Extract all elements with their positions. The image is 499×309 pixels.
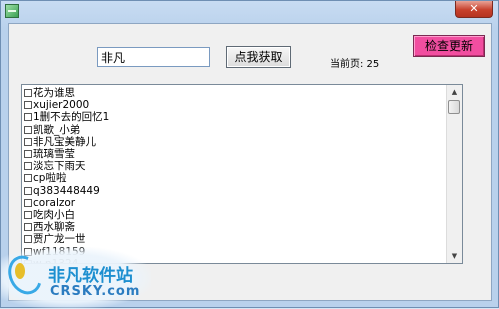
list-item[interactable]: 西水聊斋 bbox=[24, 221, 109, 233]
list-item-label: cp啦啦 bbox=[33, 172, 67, 185]
watermark-title: 非凡软件站 bbox=[48, 266, 133, 286]
list-item[interactable]: 贾广龙一世 bbox=[24, 233, 109, 245]
checkbox[interactable] bbox=[24, 150, 32, 159]
list-item[interactable]: 花为谁思 bbox=[24, 87, 109, 99]
checkbox[interactable] bbox=[24, 235, 32, 244]
list-item[interactable]: 淡忘下雨天 bbox=[24, 160, 109, 172]
close-button[interactable]: ✕ bbox=[455, 1, 493, 18]
checkbox[interactable] bbox=[24, 223, 32, 232]
check-update-button[interactable]: 检查更新 bbox=[413, 35, 485, 57]
checkbox[interactable] bbox=[24, 89, 32, 98]
list-item[interactable]: q383448449 bbox=[24, 185, 109, 197]
name-listbox[interactable]: 花为谁思 xujier2000 1删不去的回忆1 凯歌_小弟 非凡宝美静儿 琉璃雪莹 淡忘下… bbox=[21, 84, 463, 264]
checkbox[interactable] bbox=[24, 137, 32, 146]
list-item[interactable]: 非凡宝美静儿 bbox=[24, 136, 109, 148]
list-item[interactable]: xujier2000 bbox=[24, 99, 109, 111]
list-item-label: 吃肉小白 bbox=[33, 208, 75, 221]
list-item[interactable]: 吃肉小白 bbox=[24, 209, 109, 221]
list-item-label: xujier2000 bbox=[33, 99, 90, 112]
checkbox[interactable] bbox=[24, 125, 32, 134]
checkbox[interactable] bbox=[24, 186, 32, 195]
checkbox[interactable] bbox=[24, 198, 32, 207]
list-item[interactable]: 1删不去的回忆1 bbox=[24, 111, 109, 123]
list-item-label: 凯歌_小弟 bbox=[33, 123, 81, 136]
list-item-label: 琉璃雪莹 bbox=[33, 148, 75, 161]
vertical-scrollbar[interactable]: ▲ ▼ bbox=[446, 85, 462, 263]
list-item[interactable]: 琉璃雪莹 bbox=[24, 148, 109, 160]
list-item-label: coralzor bbox=[33, 196, 76, 209]
fetch-button[interactable]: 点我获取 bbox=[226, 46, 291, 68]
current-page-label: 当前页: 25 bbox=[330, 59, 380, 70]
list-items: 花为谁思 xujier2000 1删不去的回忆1 凯歌_小弟 非凡宝美静儿 琉璃雪莹 淡忘下… bbox=[24, 87, 109, 263]
list-item[interactable]: 凯歌_小弟 bbox=[24, 124, 109, 136]
checkbox[interactable] bbox=[24, 101, 32, 110]
list-item-label: 贾广龙一世 bbox=[33, 233, 86, 246]
watermark-subtitle: CRSKY.com bbox=[50, 284, 141, 299]
checkbox[interactable] bbox=[24, 113, 32, 122]
list-item-label: 1删不去的回忆1 bbox=[33, 111, 110, 124]
list-item[interactable]: cp啦啦 bbox=[24, 172, 109, 184]
checkbox[interactable] bbox=[24, 174, 32, 183]
scroll-thumb[interactable] bbox=[448, 100, 460, 114]
title-bar[interactable]: ✕ bbox=[1, 1, 498, 23]
watermark-logo-dot bbox=[15, 263, 25, 279]
checkbox[interactable] bbox=[24, 162, 32, 171]
scroll-down-arrow-icon[interactable]: ▼ bbox=[447, 249, 462, 263]
app-icon bbox=[5, 4, 19, 18]
list-item-label: q383448449 bbox=[33, 184, 100, 197]
checkbox[interactable] bbox=[24, 210, 32, 219]
name-input[interactable] bbox=[97, 47, 210, 67]
list-item-label: 花为谁思 bbox=[33, 87, 75, 100]
list-item-label: 淡忘下雨天 bbox=[33, 160, 86, 173]
list-item-label: 非凡宝美静儿 bbox=[33, 135, 96, 148]
list-item[interactable]: coralzor bbox=[24, 197, 109, 209]
list-item-label: 西水聊斋 bbox=[33, 221, 75, 234]
scroll-up-arrow-icon[interactable]: ▲ bbox=[447, 85, 462, 99]
main-window: ✕ 点我获取 当前页: 25 检查更新 花为谁思xujier20001删不去的回… bbox=[0, 0, 499, 309]
